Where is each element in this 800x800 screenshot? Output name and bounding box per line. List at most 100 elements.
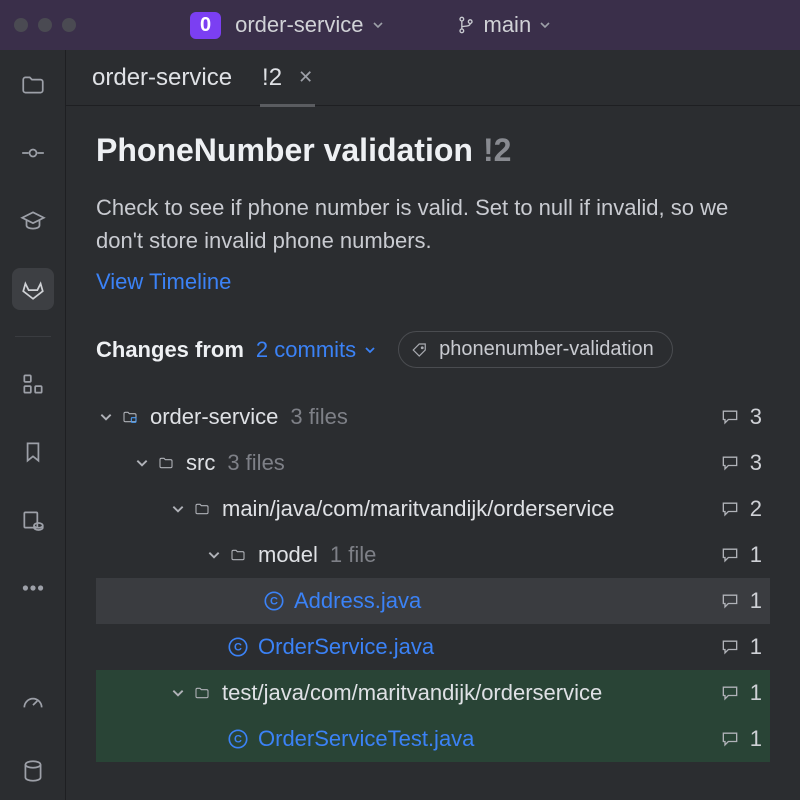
project-badge: 0 (190, 12, 221, 39)
svg-text:C: C (234, 642, 242, 654)
tree-file-row[interactable]: C Address.java 1 (96, 578, 770, 624)
comment-icon (720, 453, 740, 473)
database-icon (20, 758, 46, 784)
more-horizontal-icon (20, 575, 46, 601)
changed-files-tree: order-service 3 files 3 src 3 files 3 main/jav… (96, 394, 770, 762)
mr-title: PhoneNumber validation (96, 132, 473, 169)
bookmark-icon (20, 439, 46, 465)
comment-icon (720, 683, 740, 703)
tree-folder-row[interactable]: test/java/com/maritvandijk/orderservice 1 (96, 670, 770, 716)
minimize-window-icon[interactable] (38, 18, 52, 32)
chevron-down-icon (204, 548, 224, 562)
bottom-tool-button[interactable] (12, 750, 54, 792)
tree-node-name: order-service (150, 404, 278, 430)
comment-count: 3 (746, 450, 762, 476)
structure-icon (20, 371, 46, 397)
chevron-down-icon (364, 344, 376, 356)
chevron-down-icon (96, 410, 116, 424)
gauge-icon (20, 690, 46, 716)
chevron-down-icon (539, 19, 551, 31)
tree-folder-row[interactable]: src 3 files 3 (96, 440, 770, 486)
branch-name-label: main (484, 12, 532, 38)
changes-from-label: Changes from (96, 337, 244, 363)
project-name-label: order-service (235, 12, 363, 38)
commits-count-label: 2 commits (256, 337, 356, 363)
merge-request-panel: PhoneNumber validation !2 Check to see i… (66, 106, 800, 800)
view-timeline-link[interactable]: View Timeline (96, 269, 231, 295)
commits-selector[interactable]: 2 commits (256, 337, 376, 363)
learn-tool-button[interactable] (12, 200, 54, 242)
database-layers-icon (20, 507, 46, 533)
mr-title-row: PhoneNumber validation !2 (96, 132, 770, 169)
tree-folder-row[interactable]: order-service 3 files 3 (96, 394, 770, 440)
tree-node-name: Address.java (294, 588, 421, 614)
comment-count: 2 (746, 496, 762, 522)
gitlab-icon (20, 276, 46, 302)
maximize-window-icon[interactable] (62, 18, 76, 32)
tree-file-row[interactable]: C OrderServiceTest.java 1 (96, 716, 770, 762)
comment-count: 1 (746, 588, 762, 614)
tab-mr-2[interactable]: !2 ✕ (260, 50, 315, 106)
tree-node-name: OrderService.java (258, 634, 434, 660)
tree-node-meta: 1 file (330, 542, 376, 568)
commit-icon (20, 140, 46, 166)
comment-icon (720, 591, 740, 611)
tree-node-meta: 3 files (290, 404, 347, 430)
editor-tabbar: order-service !2 ✕ (66, 50, 800, 106)
comment-icon (720, 637, 740, 657)
commit-tool-button[interactable] (12, 132, 54, 174)
chevron-down-icon (372, 19, 384, 31)
class-icon: C (224, 636, 252, 658)
module-icon (116, 409, 144, 425)
mr-id: !2 (483, 132, 511, 169)
tab-label: !2 (262, 64, 282, 92)
source-branch-chip[interactable]: phonenumber-validation (398, 331, 673, 368)
comment-icon (720, 407, 740, 427)
gitlab-tool-button[interactable] (12, 268, 54, 310)
comment-count: 1 (746, 726, 762, 752)
class-icon: C (224, 728, 252, 750)
comment-count: 1 (746, 680, 762, 706)
folder-icon (20, 72, 46, 98)
changes-from-row: Changes from 2 commits phonenumber-valid… (96, 331, 770, 368)
tree-node-name: main/java/com/maritvandijk/orderservice (222, 496, 614, 522)
mr-description: Check to see if phone number is valid. S… (96, 191, 770, 257)
tag-icon (411, 341, 429, 359)
tab-order-service[interactable]: order-service (90, 50, 234, 106)
tree-folder-row[interactable]: main/java/com/maritvandijk/orderservice 2 (96, 486, 770, 532)
comment-count: 1 (746, 542, 762, 568)
project-selector[interactable]: 0 order-service (184, 8, 390, 43)
bookmarks-tool-button[interactable] (12, 431, 54, 473)
window-controls[interactable] (14, 18, 76, 32)
folder-icon (188, 501, 216, 517)
structure-tool-button[interactable] (12, 363, 54, 405)
performance-tool-button[interactable] (12, 682, 54, 724)
tree-file-row[interactable]: COrderService.java1 (96, 624, 770, 670)
comment-icon (720, 729, 740, 749)
tree-node-name: test/java/com/maritvandijk/orderservice (222, 680, 602, 706)
chevron-down-icon (168, 502, 188, 516)
tree-folder-row[interactable]: model 1 file 1 (96, 532, 770, 578)
database-tool-button[interactable] (12, 499, 54, 541)
branch-tag-label: phonenumber-validation (439, 338, 654, 361)
chevron-down-icon (168, 686, 188, 700)
tool-window-bar (0, 50, 66, 800)
tree-node-name: src (186, 450, 215, 476)
class-icon: C (260, 590, 288, 612)
project-tool-button[interactable] (12, 64, 54, 106)
close-window-icon[interactable] (14, 18, 28, 32)
tree-node-name: model (258, 542, 318, 568)
graduation-cap-icon (20, 208, 46, 234)
window-titlebar: 0 order-service main (0, 0, 800, 50)
close-tab-icon[interactable]: ✕ (298, 67, 313, 88)
tree-node-name: OrderServiceTest.java (258, 726, 474, 752)
comment-icon (720, 499, 740, 519)
folder-icon (152, 455, 180, 471)
more-tool-button[interactable] (12, 567, 54, 609)
folder-icon (188, 685, 216, 701)
tab-label: order-service (92, 64, 232, 92)
comment-count: 3 (746, 404, 762, 430)
tree-node-meta: 3 files (227, 450, 284, 476)
chevron-down-icon (132, 456, 152, 470)
branch-selector[interactable]: main (450, 8, 558, 42)
